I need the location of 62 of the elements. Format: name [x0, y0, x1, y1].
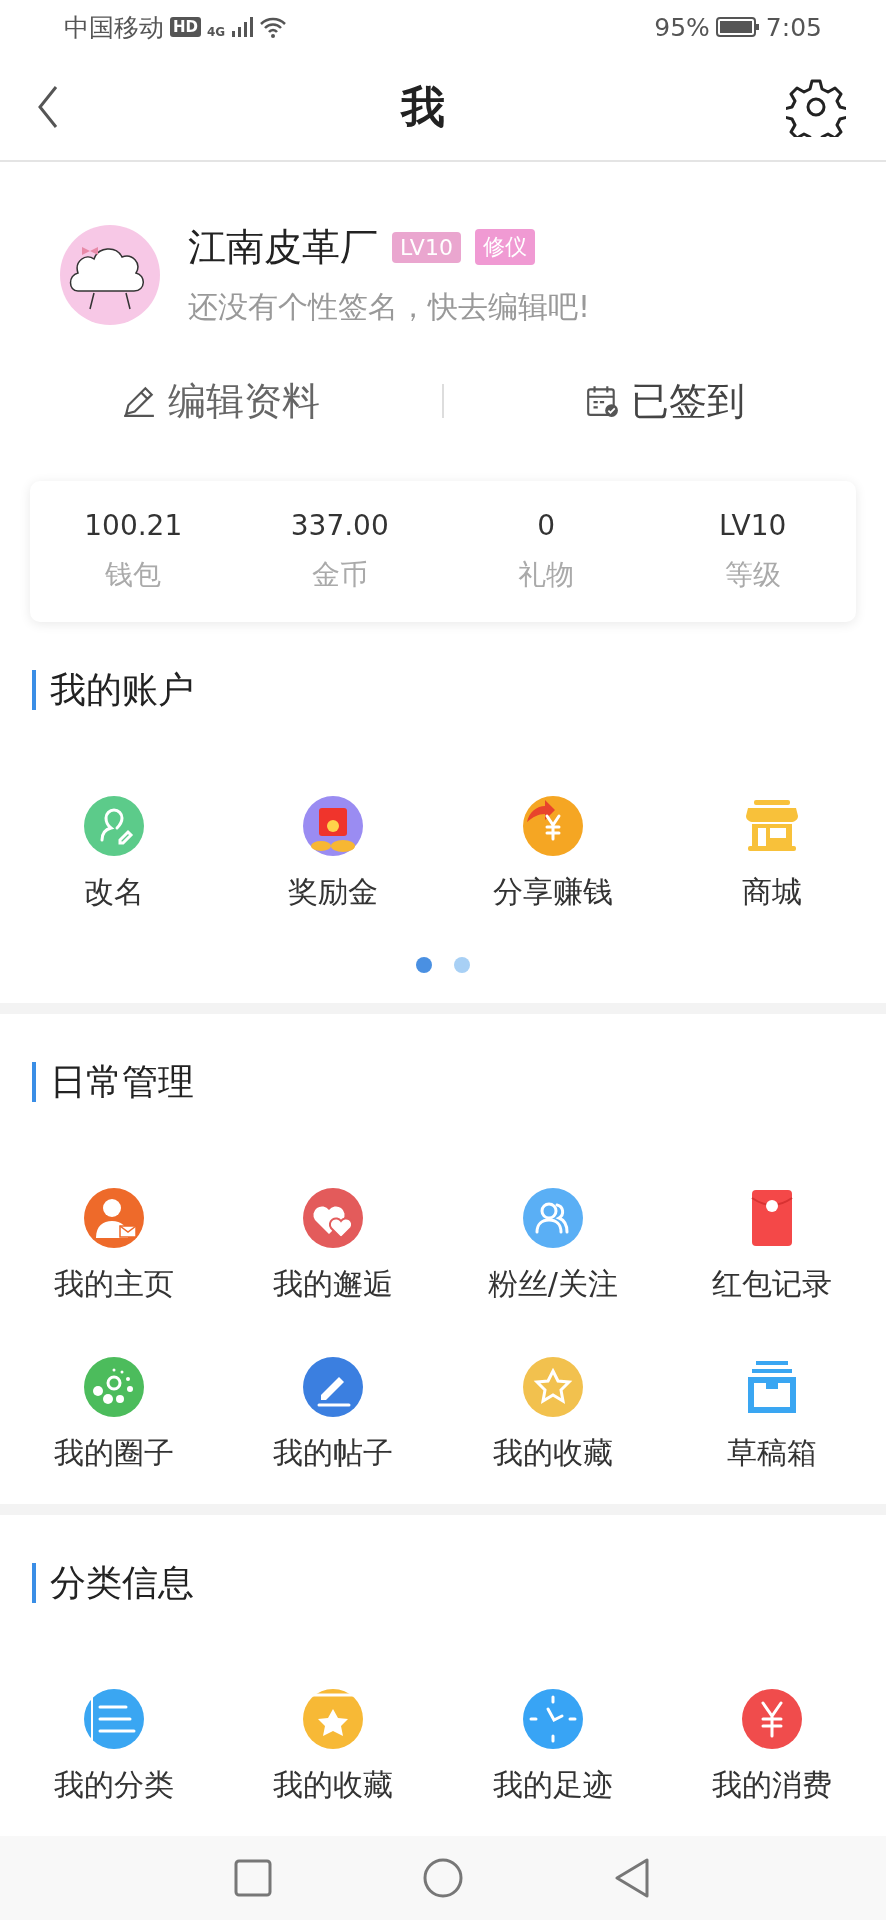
- home-icon[interactable]: [423, 1858, 463, 1898]
- recent-apps-icon[interactable]: [233, 1858, 273, 1898]
- signal-icon: [231, 17, 254, 38]
- section-title: 分类信息: [32, 1563, 886, 1603]
- edit-profile-button[interactable]: 编辑资料: [0, 365, 442, 437]
- person-edit-icon[interactable]: [83, 796, 144, 857]
- menu-item[interactable]: 我的帖子: [273, 1433, 394, 1475]
- menu-item[interactable]: 我的消费: [712, 1765, 833, 1806]
- person-mail-icon[interactable]: [83, 1188, 144, 1249]
- clock-time: 7:05: [765, 12, 822, 42]
- page-title: 我: [401, 79, 445, 134]
- gift-icon[interactable]: [303, 796, 364, 857]
- wifi-icon: [259, 16, 288, 39]
- battery-icon: [715, 16, 760, 39]
- stat-value: 337.00: [290, 508, 389, 542]
- stat-value: 100.21: [84, 508, 183, 542]
- people-icon[interactable]: [522, 1188, 583, 1249]
- menu-item[interactable]: 草稿箱: [727, 1433, 818, 1475]
- menu-item[interactable]: 我的分类: [53, 1765, 174, 1806]
- menu-item[interactable]: 我的收藏: [273, 1765, 394, 1806]
- section-title: 我的账户: [32, 670, 886, 711]
- stat-label: 钱包: [105, 556, 162, 593]
- level-tag: 修仪: [474, 229, 535, 266]
- hearts-icon[interactable]: [303, 1188, 364, 1249]
- page-dot[interactable]: [454, 957, 470, 974]
- menu-item[interactable]: 粉丝/关注: [487, 1264, 618, 1306]
- menu-item[interactable]: 奖励金: [288, 872, 379, 914]
- star-folder-icon[interactable]: [303, 1689, 364, 1749]
- pencil-icon[interactable]: [303, 1357, 364, 1418]
- menu-item[interactable]: 商城: [742, 872, 803, 914]
- network-type: 4G: [207, 24, 226, 39]
- menu-item[interactable]: 我的邂逅: [273, 1264, 394, 1306]
- pencil-icon: [122, 384, 156, 419]
- list-icon[interactable]: [83, 1689, 144, 1749]
- yen-icon[interactable]: [742, 1689, 803, 1749]
- check-in-button[interactable]: 已签到: [444, 365, 886, 437]
- menu-item[interactable]: 分享赚钱: [492, 872, 613, 914]
- section-title: 日常管理: [32, 1062, 886, 1103]
- stat-label: 等级: [724, 556, 781, 593]
- stat-value: 0: [537, 508, 556, 542]
- menu-item[interactable]: 我的主页: [53, 1264, 174, 1306]
- calendar-check-icon: [585, 384, 619, 419]
- stat-value: LV10: [719, 508, 787, 542]
- level-tag: LV10: [392, 231, 461, 263]
- user-name: 江南皮革厂: [188, 223, 378, 271]
- hd-badge: HD: [170, 17, 201, 38]
- signature-text: 还没有个性签名，快去编辑吧!: [188, 287, 591, 326]
- dots-circle-icon[interactable]: [83, 1357, 144, 1418]
- carrier-name: 中国移动: [64, 11, 164, 44]
- menu-item[interactable]: 红包记录: [712, 1264, 833, 1306]
- battery-percent: 95%: [654, 12, 710, 42]
- menu-item[interactable]: 改名: [83, 872, 144, 914]
- page-dot[interactable]: [416, 957, 432, 974]
- menu-item[interactable]: 我的圈子: [53, 1433, 174, 1475]
- stat-label: 礼物: [518, 556, 575, 593]
- stat-label: 金币: [311, 556, 368, 593]
- clock-icon[interactable]: [522, 1689, 583, 1749]
- menu-item[interactable]: 我的收藏: [492, 1433, 613, 1475]
- back-icon[interactable]: [36, 85, 60, 130]
- yen-share-icon[interactable]: [522, 796, 583, 857]
- settings-icon[interactable]: [786, 77, 846, 138]
- menu-item[interactable]: 我的足迹: [492, 1765, 613, 1806]
